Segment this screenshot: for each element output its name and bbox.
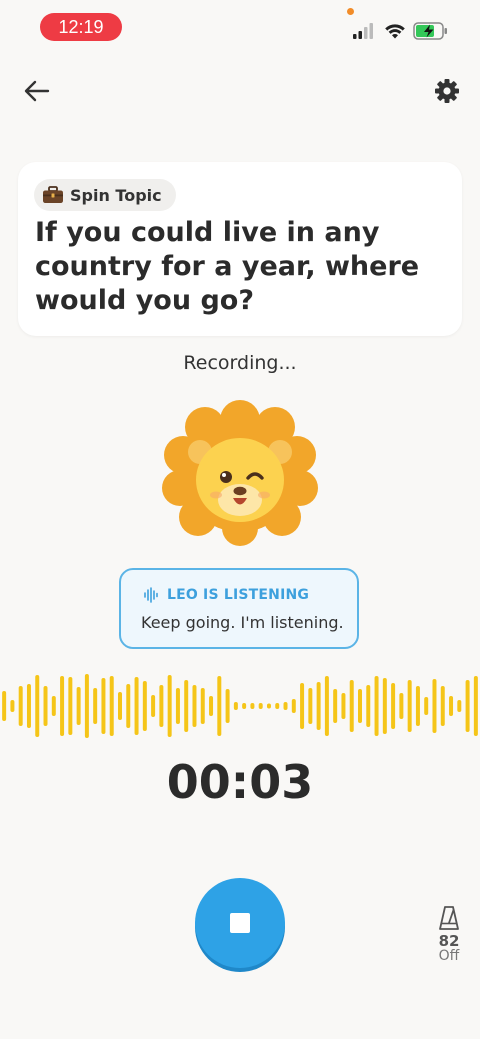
privacy-indicator-dot xyxy=(347,8,354,15)
waveform-bar xyxy=(35,675,40,737)
waveform-bar xyxy=(217,676,222,736)
audio-waveform xyxy=(2,674,478,738)
stop-recording-button[interactable] xyxy=(195,878,285,968)
waveform-bar xyxy=(192,685,197,727)
waveform-bar xyxy=(473,676,478,736)
status-time: 12:19 xyxy=(40,13,122,41)
waveform-bar xyxy=(316,682,321,730)
arrow-left-icon xyxy=(24,80,50,102)
waveform-bar xyxy=(209,696,214,716)
waveform-bar xyxy=(333,689,338,723)
waveform-bar xyxy=(300,683,305,729)
waveform-bar xyxy=(2,691,7,721)
waveform-bar xyxy=(374,676,379,736)
waveform-bar xyxy=(415,686,420,726)
waveform-bar xyxy=(341,693,346,719)
lion-mascot xyxy=(162,400,318,546)
settings-button[interactable] xyxy=(432,76,462,106)
waveform-bar xyxy=(250,703,255,709)
waveform-bar xyxy=(51,696,56,716)
waveform-bar xyxy=(449,696,454,716)
waveform-bar xyxy=(233,702,238,710)
waveform-bar xyxy=(159,685,164,727)
metronome-state: Off xyxy=(438,948,460,964)
listening-title: LEO IS LISTENING xyxy=(167,587,310,603)
recording-status: Recording... xyxy=(183,352,297,374)
waveform-bar xyxy=(93,688,98,724)
waveform-bar xyxy=(84,674,89,738)
waveform-bar xyxy=(324,676,329,736)
waveform-bar xyxy=(457,700,462,712)
waveform-bar xyxy=(126,684,131,728)
waveform-bar xyxy=(68,677,73,735)
back-button[interactable] xyxy=(20,74,54,108)
status-bar: 12:19 xyxy=(0,0,480,56)
listening-message: Keep going. I'm listening. xyxy=(141,613,344,632)
gear-icon xyxy=(435,79,459,103)
waveform-bar xyxy=(184,680,189,732)
waveform-bar xyxy=(366,685,371,727)
waveform-bar xyxy=(60,676,65,736)
waveform-bar xyxy=(258,703,263,709)
waveform-bar xyxy=(399,693,404,719)
waveform-bar xyxy=(200,688,205,724)
waveform-bar xyxy=(76,687,81,725)
soundwave-icon xyxy=(144,587,158,603)
waveform-bar xyxy=(424,697,429,715)
topic-badge: Spin Topic xyxy=(34,179,176,211)
waveform-bar xyxy=(349,680,354,732)
battery-charging-icon xyxy=(413,22,447,40)
waveform-bar xyxy=(175,688,180,724)
stop-icon xyxy=(230,913,250,933)
waveform-bar xyxy=(358,689,362,723)
waveform-bar xyxy=(225,689,230,723)
waveform-bar xyxy=(291,699,296,713)
waveform-bar xyxy=(167,675,172,737)
listening-header: LEO IS LISTENING xyxy=(143,587,309,603)
topic-question: If you could live in any country for a y… xyxy=(35,217,420,316)
listening-bubble: LEO IS LISTENING Keep going. I'm listeni… xyxy=(119,568,359,649)
waveform-bar xyxy=(242,703,247,709)
waveform-bar xyxy=(101,678,106,734)
waveform-bar xyxy=(142,681,147,731)
waveform-bar xyxy=(109,676,114,736)
waveform-bar xyxy=(43,686,48,726)
waveform-bar xyxy=(10,700,15,712)
waveform-bar xyxy=(382,678,387,734)
waveform-bar xyxy=(432,679,437,733)
waveform-bar xyxy=(18,686,23,726)
waveform-bar xyxy=(275,703,280,709)
cell-signal-icon xyxy=(353,23,373,39)
briefcase-icon xyxy=(43,186,63,203)
waveform-bar xyxy=(407,680,412,732)
wifi-icon xyxy=(385,24,405,39)
waveform-bar xyxy=(308,688,313,724)
waveform-bar xyxy=(118,692,122,720)
waveform-bar xyxy=(26,684,31,728)
topic-badge-label: Spin Topic xyxy=(70,185,162,205)
topic-card: Spin Topic If you could live in any coun… xyxy=(18,162,462,336)
waveform-bar xyxy=(266,703,271,709)
recording-timer: 00:03 xyxy=(166,755,314,809)
waveform-bar xyxy=(134,677,139,735)
metronome-icon xyxy=(439,906,459,930)
metronome-bpm: 82 xyxy=(438,932,460,950)
waveform-bar xyxy=(283,702,288,710)
waveform-bar xyxy=(151,695,156,717)
waveform-bar xyxy=(440,686,445,726)
waveform-bar xyxy=(391,683,396,729)
waveform-bar xyxy=(465,680,470,732)
metronome-toggle[interactable]: 82 Off xyxy=(428,905,470,967)
